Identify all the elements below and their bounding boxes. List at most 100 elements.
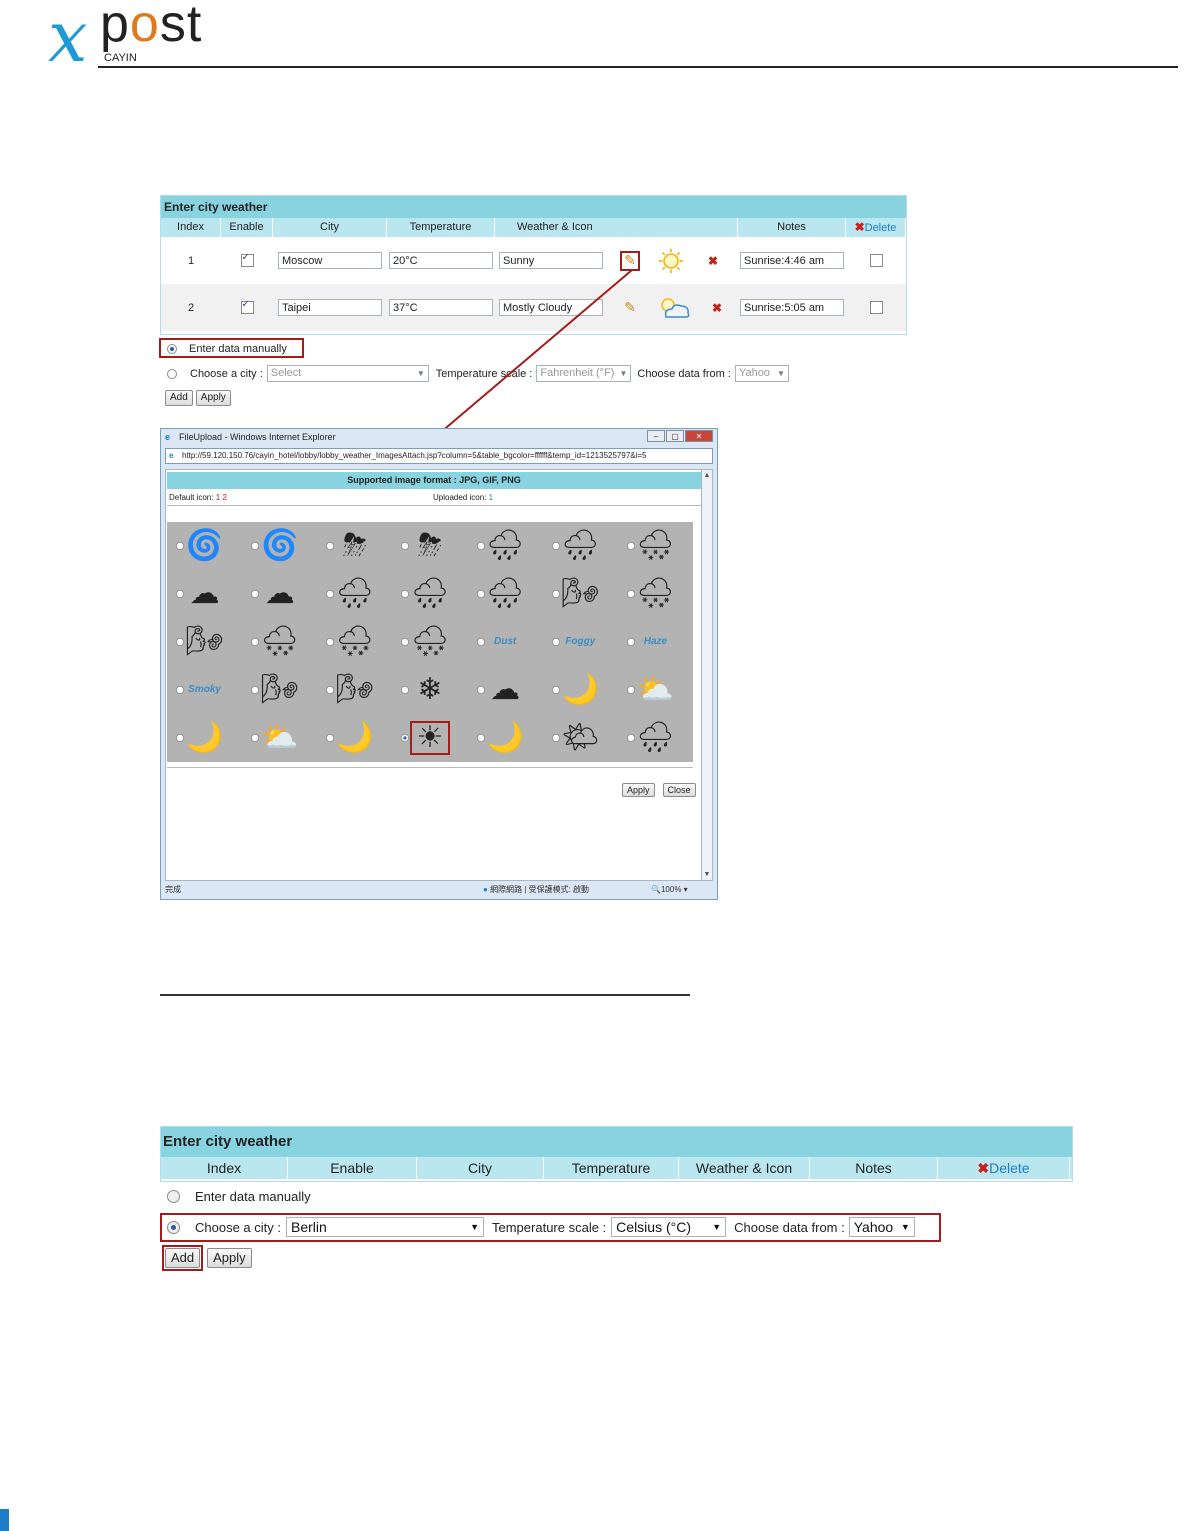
- weather-icon-option[interactable]: ☁: [242, 570, 317, 618]
- manual-radio[interactable]: [167, 344, 177, 354]
- icon-option-radio[interactable]: [176, 734, 184, 742]
- icon-option-radio[interactable]: [626, 542, 635, 550]
- weather-icon-option[interactable]: 🌧: [392, 570, 467, 618]
- weather-icon-option[interactable]: 🌙: [317, 714, 392, 762]
- add-button[interactable]: Add: [165, 390, 193, 406]
- address-bar[interactable]: e http://59.120.150.76/cayin_hotel/lobby…: [165, 448, 713, 464]
- notes-input[interactable]: Sunrise:5:05 am: [740, 299, 844, 316]
- weather-icon-option[interactable]: 🌬: [317, 666, 392, 714]
- icon-option-radio[interactable]: [251, 590, 260, 598]
- manual-option-2[interactable]: Enter data manually: [167, 1189, 311, 1204]
- icon-option-radio[interactable]: [401, 638, 410, 646]
- zoom-level[interactable]: 🔍100% ▾: [651, 883, 688, 897]
- icon-option-radio[interactable]: [551, 638, 560, 646]
- icon-option-radio[interactable]: [401, 734, 410, 742]
- icon-option-radio[interactable]: [251, 638, 260, 646]
- delete-all-link[interactable]: ✖Delete: [938, 1157, 1070, 1179]
- close-window-button[interactable]: ✕: [685, 430, 713, 442]
- icon-option-radio[interactable]: [476, 542, 485, 550]
- icon-option-radio[interactable]: [476, 638, 485, 646]
- icon-option-radio[interactable]: [551, 542, 560, 550]
- weather-icon-option[interactable]: 🌬: [543, 570, 618, 618]
- icon-option-radio[interactable]: [176, 638, 184, 646]
- weather-icon-option[interactable]: ⛅: [242, 714, 317, 762]
- weather-icon-option[interactable]: ❄: [392, 666, 467, 714]
- maximize-button[interactable]: ▢: [666, 430, 684, 442]
- weather-icon-option[interactable]: ⛅: [618, 666, 693, 714]
- notes-input[interactable]: Sunrise:4:46 am: [740, 252, 844, 269]
- icon-option-radio[interactable]: [476, 590, 485, 598]
- delete-all-link[interactable]: ✖Delete: [846, 218, 906, 237]
- city-select[interactable]: Berlin ▼: [286, 1217, 484, 1237]
- data-from-select[interactable]: Yahoo ▼: [848, 1217, 915, 1237]
- enable-checkbox[interactable]: [240, 299, 254, 314]
- apply-button[interactable]: Apply: [207, 1248, 252, 1268]
- icon-option-radio[interactable]: [551, 734, 560, 742]
- remove-icon-button[interactable]: ✖: [708, 254, 718, 268]
- icon-option-radio[interactable]: [326, 542, 335, 550]
- icon-option-radio[interactable]: [476, 686, 485, 694]
- weather-icon-option[interactable]: Dust: [468, 618, 543, 666]
- data-from-select[interactable]: Yahoo ▼: [734, 365, 789, 382]
- weather-icon-option[interactable]: ⛈: [317, 522, 392, 570]
- icon-option-radio[interactable]: [401, 686, 410, 694]
- weather-icon-option[interactable]: 🌧: [468, 570, 543, 618]
- delete-checkbox[interactable]: [869, 301, 883, 314]
- weather-icon-option[interactable]: Smoky: [167, 666, 242, 714]
- weather-icon-option[interactable]: ☀: [392, 714, 467, 762]
- icon-option-radio[interactable]: [326, 638, 335, 646]
- weather-icon-option[interactable]: 🌬: [242, 666, 317, 714]
- weather-icon-option[interactable]: Haze: [618, 618, 693, 666]
- icon-option-radio[interactable]: [476, 734, 485, 742]
- weather-icon-option[interactable]: Foggy: [543, 618, 618, 666]
- weather-icon-option[interactable]: 🌤: [543, 714, 618, 762]
- icon-option-radio[interactable]: [551, 686, 560, 694]
- choose-city-radio[interactable]: [167, 368, 177, 379]
- add-button[interactable]: Add: [165, 1248, 201, 1268]
- icon-option-radio[interactable]: [326, 590, 335, 598]
- delete-checkbox[interactable]: [869, 254, 883, 267]
- icon-option-radio[interactable]: [251, 734, 260, 742]
- weather-icon-option[interactable]: 🌨: [392, 618, 467, 666]
- dialog-close-button[interactable]: Close: [662, 783, 696, 797]
- weather-icon-option[interactable]: 🌨: [618, 522, 693, 570]
- enable-checkbox[interactable]: [240, 252, 254, 267]
- icon-option-radio[interactable]: [176, 590, 184, 598]
- weather-icon-option[interactable]: 🌧: [317, 570, 392, 618]
- icon-option-radio[interactable]: [401, 542, 410, 550]
- minimize-button[interactable]: –: [647, 430, 665, 442]
- apply-button[interactable]: Apply: [195, 390, 231, 406]
- city-select[interactable]: Select ▼: [266, 365, 429, 382]
- city-input[interactable]: Moscow: [278, 252, 382, 269]
- manual-option[interactable]: Enter data manually: [167, 343, 287, 355]
- weather-icon-option[interactable]: 🌀: [167, 522, 242, 570]
- icon-option-radio[interactable]: [326, 686, 335, 694]
- uploaded-icon-pages[interactable]: 1: [489, 493, 493, 502]
- weather-input[interactable]: Sunny: [499, 252, 603, 269]
- default-icon-pages[interactable]: 1 2: [216, 493, 227, 502]
- choose-city-radio[interactable]: [167, 1220, 180, 1234]
- weather-icon-option[interactable]: ☁: [468, 666, 543, 714]
- icon-option-radio[interactable]: [326, 734, 335, 742]
- icon-option-radio[interactable]: [551, 590, 560, 598]
- weather-icon-option[interactable]: 🌙: [167, 714, 242, 762]
- icon-option-radio[interactable]: [401, 590, 410, 598]
- remove-icon-button[interactable]: ✖: [712, 301, 722, 315]
- weather-icon-option[interactable]: 🌀: [242, 522, 317, 570]
- icon-option-radio[interactable]: [626, 638, 635, 646]
- weather-icon-option[interactable]: 🌧: [543, 522, 618, 570]
- dialog-scrollbar[interactable]: ▲ ▼: [701, 469, 713, 881]
- temperature-input[interactable]: 20°C: [389, 252, 493, 269]
- weather-icon-option[interactable]: 🌨: [618, 570, 693, 618]
- icon-option-radio[interactable]: [176, 542, 184, 550]
- weather-icon-option[interactable]: 🌙: [543, 666, 618, 714]
- temp-scale-select[interactable]: Celsius (°C) ▼: [611, 1217, 727, 1237]
- icon-option-radio[interactable]: [626, 590, 635, 598]
- weather-icon-option[interactable]: 🌧: [618, 714, 693, 762]
- weather-icon-option[interactable]: ⛈: [392, 522, 467, 570]
- icon-option-radio[interactable]: [251, 686, 260, 694]
- weather-icon-option[interactable]: 🌧: [468, 522, 543, 570]
- icon-option-radio[interactable]: [251, 542, 260, 550]
- icon-option-radio[interactable]: [626, 686, 635, 694]
- city-input[interactable]: Taipei: [278, 299, 382, 316]
